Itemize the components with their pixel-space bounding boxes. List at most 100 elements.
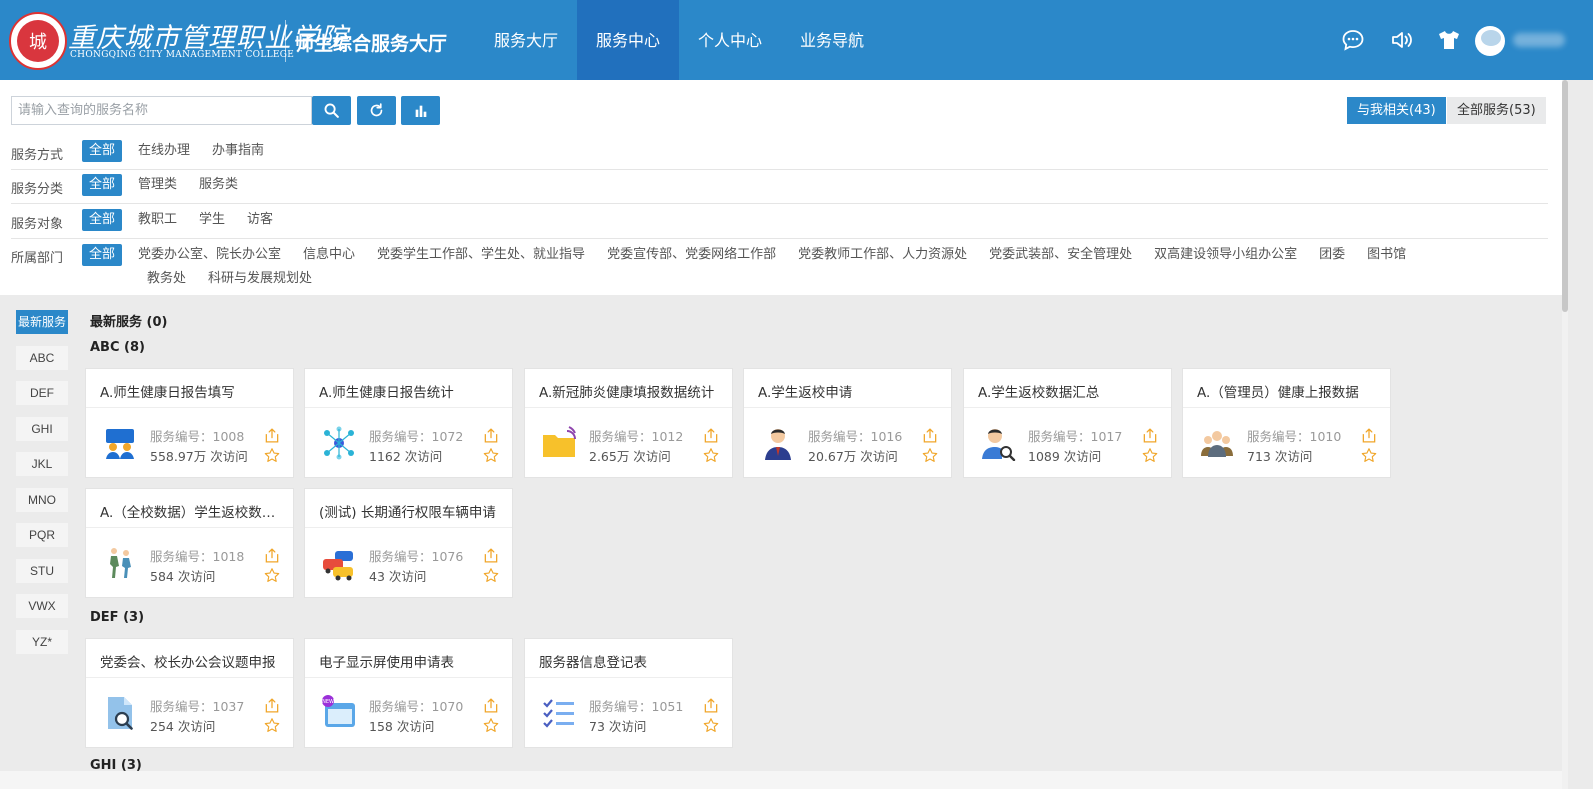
network-icon (324, 426, 354, 460)
favorite-star-icon[interactable] (921, 447, 939, 464)
tshirt-icon[interactable] (1437, 28, 1461, 52)
letter-abc[interactable]: ABC (16, 345, 68, 370)
section-title-ghi: GHI (3) (90, 758, 142, 771)
nav-service-hall[interactable]: 服务大厅 (475, 0, 577, 80)
service-card-title[interactable]: A.师生健康日报告填写 (100, 381, 285, 401)
service-card[interactable]: A.（管理员）健康上报数据 服务编号：1010 713 次访问 (1182, 368, 1391, 478)
department-option[interactable]: 图书馆 (1360, 244, 1413, 266)
service-card-title[interactable]: A.学生返校申请 (758, 381, 943, 401)
favorite-star-icon[interactable] (1360, 447, 1378, 464)
service-card-title[interactable]: A.（管理员）健康上报数据 (1197, 381, 1382, 401)
avatar[interactable] (1475, 26, 1505, 56)
category-option-service[interactable]: 服务类 (192, 174, 245, 196)
audience-option-visitor[interactable]: 访客 (240, 209, 280, 231)
department-option[interactable]: 双高建设领导小组办公室 (1147, 244, 1304, 266)
letter-yz[interactable]: YZ* (16, 629, 68, 654)
department-option[interactable]: 团委 (1312, 244, 1352, 266)
method-option-online[interactable]: 在线办理 (131, 140, 197, 162)
volume-icon[interactable] (1390, 28, 1414, 52)
favorite-star-icon[interactable] (482, 717, 500, 734)
favorite-star-icon[interactable] (263, 447, 281, 464)
department-option[interactable]: 党委教师工作部、人力资源处 (791, 244, 974, 266)
letter-vwx[interactable]: VWX (16, 594, 68, 618)
department-option[interactable]: 科研与发展规划处 (201, 268, 319, 290)
logo-emblem: 城 (17, 20, 59, 62)
username-blurred[interactable] (1513, 33, 1565, 47)
college-logo[interactable]: 城 (9, 12, 67, 70)
service-card[interactable]: A.师生健康日报告填写 服务编号：1008 558.97万 次访问 (85, 368, 294, 478)
chat-icon[interactable] (1341, 28, 1365, 52)
service-card[interactable]: A.学生返校申请 服务编号：1016 20.67万 次访问 (743, 368, 952, 478)
favorite-star-icon[interactable] (263, 717, 281, 734)
department-option[interactable]: 党委办公室、院长办公室 (131, 244, 288, 266)
letter-mno[interactable]: MNO (16, 487, 68, 512)
service-card[interactable]: 电子显示屏使用申请表 NEW 服务编号：1070 158 次访问 (304, 638, 513, 748)
statistics-button[interactable] (401, 96, 440, 125)
service-card[interactable]: (测试) 长期通行权限车辆申请 服务编号：1076 43 次访问 (304, 488, 513, 598)
favorite-star-icon[interactable] (702, 717, 720, 734)
category-option-all[interactable]: 全部 (82, 174, 123, 196)
share-icon[interactable] (702, 697, 720, 714)
method-option-all[interactable]: 全部 (82, 140, 123, 162)
share-icon[interactable] (482, 547, 500, 564)
letter-ghi[interactable]: GHI (16, 416, 68, 441)
category-option-management[interactable]: 管理类 (131, 174, 184, 196)
favorite-star-icon[interactable] (702, 447, 720, 464)
share-icon[interactable] (1360, 427, 1378, 444)
service-card-title[interactable]: 服务器信息登记表 (539, 651, 724, 671)
letter-stu[interactable]: STU (16, 558, 68, 583)
favorite-star-icon[interactable] (482, 567, 500, 584)
department-option[interactable]: 党委宣传部、党委网络工作部 (600, 244, 783, 266)
share-icon[interactable] (1141, 427, 1159, 444)
nav-business-navigation[interactable]: 业务导航 (781, 0, 883, 80)
service-card[interactable]: A.（全校数据）学生返校数据汇总 服务编号：1018 584 次访问 (85, 488, 294, 598)
scrollbar-thumb[interactable] (1562, 80, 1568, 312)
visit-count: 73 次访问 (589, 719, 647, 734)
service-card-title[interactable]: A.（全校数据）学生返校数据汇总 (100, 501, 285, 521)
share-icon[interactable] (482, 427, 500, 444)
audience-option-staff[interactable]: 教职工 (131, 209, 184, 231)
service-card[interactable]: A.新冠肺炎健康填报数据统计 服务编号：1012 2.65万 次访问 (524, 368, 733, 478)
service-card[interactable]: A.师生健康日报告统计 服务编号：1072 1162 次访问 (304, 368, 513, 478)
page-scrollbar[interactable] (1562, 80, 1568, 789)
share-icon[interactable] (482, 697, 500, 714)
favorite-star-icon[interactable] (482, 447, 500, 464)
audience-option-student[interactable]: 学生 (192, 209, 232, 231)
letter-pqr[interactable]: PQR (16, 523, 68, 547)
service-card-title[interactable]: 电子显示屏使用申请表 (319, 651, 504, 671)
scope-all-button[interactable]: 全部服务(53) (1447, 97, 1546, 124)
letter-newest[interactable]: 最新服务 (16, 310, 68, 334)
nav-personal-center[interactable]: 个人中心 (679, 0, 781, 80)
service-card-title[interactable]: (测试) 长期通行权限车辆申请 (319, 501, 504, 521)
share-icon[interactable] (263, 427, 281, 444)
scope-related-button[interactable]: 与我相关(43) (1347, 97, 1446, 124)
department-option[interactable]: 党委学生工作部、学生处、就业指导 (370, 244, 592, 266)
service-card-title[interactable]: A.新冠肺炎健康填报数据统计 (539, 381, 724, 401)
department-option-all[interactable]: 全部 (82, 244, 123, 266)
department-option[interactable]: 信息中心 (296, 244, 362, 266)
favorite-star-icon[interactable] (263, 567, 281, 584)
method-option-guide[interactable]: 办事指南 (205, 140, 271, 162)
audience-option-all[interactable]: 全部 (82, 209, 123, 231)
favorite-star-icon[interactable] (1141, 447, 1159, 464)
service-card[interactable]: A.学生返校数据汇总 服务编号：1017 1089 次访问 (963, 368, 1172, 478)
share-icon[interactable] (263, 697, 281, 714)
service-card-title[interactable]: 党委会、校长办公会议题申报 (100, 651, 285, 671)
share-icon[interactable] (702, 427, 720, 444)
service-card-title[interactable]: A.学生返校数据汇总 (978, 381, 1163, 401)
walking-icon (110, 548, 131, 578)
letter-def[interactable]: DEF (16, 381, 68, 405)
nav-service-center[interactable]: 服务中心 (577, 0, 680, 80)
service-card[interactable]: 服务器信息登记表 服务编号：1051 73 次访问 (524, 638, 733, 748)
share-icon[interactable] (263, 547, 281, 564)
service-card-title[interactable]: A.师生健康日报告统计 (319, 381, 504, 401)
share-icon[interactable] (921, 427, 939, 444)
search-button[interactable] (312, 96, 351, 125)
letter-jkl[interactable]: JKL (16, 452, 68, 476)
refresh-button[interactable] (357, 96, 396, 125)
search-input[interactable] (11, 96, 312, 125)
service-card[interactable]: 党委会、校长办公会议题申报 服务编号：1037 254 次访问 (85, 638, 294, 748)
department-option[interactable]: 教务处 (140, 268, 193, 290)
filter-label: 所属部门 (11, 251, 64, 266)
department-option[interactable]: 党委武装部、安全管理处 (982, 244, 1139, 266)
